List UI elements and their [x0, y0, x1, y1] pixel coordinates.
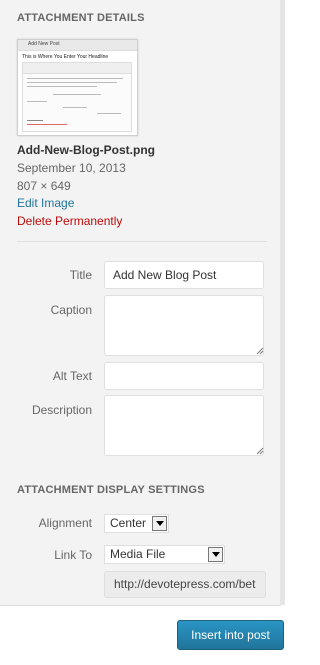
delete-permanently-link[interactable]: Delete Permanently — [17, 214, 122, 228]
link-to-selected-value: Media File — [110, 547, 166, 561]
scrollbar-track[interactable] — [280, 0, 285, 605]
edit-image-link[interactable]: Edit Image — [17, 196, 74, 210]
section-divider — [17, 241, 267, 242]
alignment-select[interactable]: Center — [104, 514, 169, 533]
description-resize-grip-icon[interactable] — [256, 447, 264, 455]
chevron-down-icon[interactable] — [208, 547, 223, 562]
link-to-label: Link To — [54, 548, 92, 562]
description-label: Description — [31, 403, 92, 417]
link-to-select[interactable]: Media File — [104, 545, 225, 564]
thumbnail-window-caption: Add New Post — [28, 41, 60, 47]
attachment-dimensions: 807 × 649 — [17, 179, 71, 193]
title-label: Title — [69, 268, 92, 282]
alignment-label: Alignment — [38, 516, 92, 530]
alt-text-label: Alt Text — [52, 369, 92, 383]
alignment-selected-value: Center — [110, 516, 147, 530]
description-textarea[interactable] — [104, 395, 264, 456]
insert-into-post-button[interactable]: Insert into post — [177, 620, 284, 650]
attachment-filename: Add-New-Blog-Post.png — [17, 143, 155, 157]
attachment-thumbnail[interactable]: Add New Post This is Where You Enter You… — [17, 39, 138, 136]
link-url-field[interactable]: http://devotepress.com/bet — [104, 571, 266, 598]
title-input[interactable]: Add New Blog Post — [104, 261, 264, 289]
chevron-down-icon[interactable] — [152, 516, 167, 531]
attachment-details-sidebar: Attachment Details Add New Post This is … — [0, 0, 281, 606]
display-settings-heading: Attachment Display Settings — [17, 484, 205, 496]
caption-textarea[interactable] — [104, 295, 264, 356]
thumbnail-post-title: This is Where You Enter Your Headline — [22, 54, 109, 60]
thumbnail-editor-area — [22, 62, 132, 132]
caption-resize-grip-icon[interactable] — [256, 347, 264, 355]
caption-label: Caption — [50, 303, 92, 317]
attachment-details-heading: Attachment Details — [17, 12, 145, 24]
attachment-date: September 10, 2013 — [17, 161, 126, 175]
alt-text-input[interactable] — [104, 362, 264, 390]
